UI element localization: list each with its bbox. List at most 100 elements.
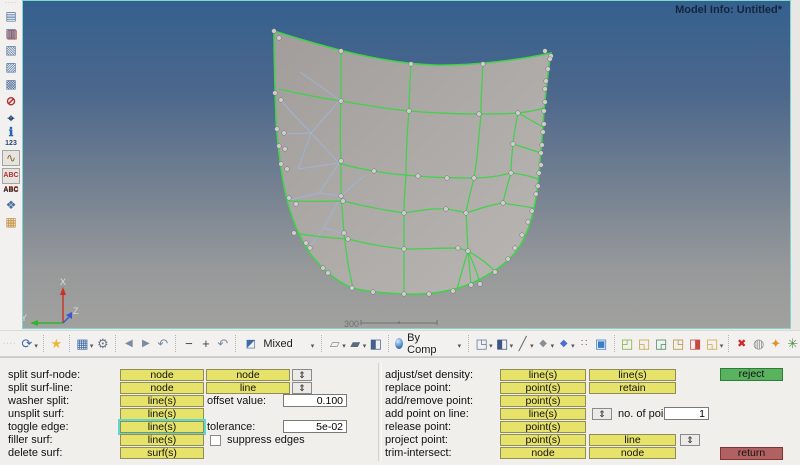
hood-surface[interactable] [273, 29, 552, 295]
numbers-123-icon[interactable]: 123 [2, 139, 20, 148]
label-panel-icon[interactable]: ABC [2, 168, 20, 184]
split-surf-line-spinner[interactable]: ⇕ [292, 382, 312, 394]
unmask-adjacent-icon[interactable]: ◱ [636, 334, 653, 353]
selector-mode-icon: ◩ [245, 338, 257, 350]
split-surf-node-spinner[interactable]: ⇕ [292, 369, 312, 381]
tolerance-input[interactable] [283, 420, 347, 433]
release-point-entity-button[interactable]: point(s) [500, 421, 586, 433]
reset-zoom-icon[interactable]: ↶ [214, 334, 231, 353]
color-mode-caret-icon[interactable]: ▾ [458, 342, 462, 350]
geom-wireframe-icon[interactable]: ▱ [326, 334, 343, 353]
curve-plot-panel-icon[interactable]: ∿ [2, 150, 20, 166]
geom-wireframe-caret-icon[interactable]: ▾ [342, 342, 346, 350]
delete-surf-label: delete surf: [8, 447, 63, 459]
project-point-entity-button[interactable]: point(s) [500, 434, 586, 446]
abc-ruler-icon[interactable]: ABC [2, 186, 20, 195]
highlight-clear-icon[interactable]: ✦ [767, 334, 784, 353]
no-of-points-input[interactable] [664, 407, 709, 420]
elem-shaded-icon[interactable]: ◧ [494, 334, 511, 353]
geom-edit-panel: split surf-node: node node ⇕ split surf-… [0, 357, 800, 465]
trim-intersect-entity2-button[interactable]: node [589, 447, 676, 459]
color-mode-combo[interactable]: By Comp ▾ [393, 332, 464, 356]
elem-shaded-caret-icon[interactable]: ▾ [510, 342, 514, 350]
export-icon[interactable]: ▧ [2, 42, 20, 57]
geom-solid-icon[interactable]: ◧ [367, 334, 384, 353]
tolerance-label: tolerance: [207, 421, 256, 433]
elem-quality-caret-icon[interactable]: ▾ [551, 342, 555, 350]
panels-grid-caret-icon[interactable]: ▾ [90, 342, 94, 350]
toggle-edge-entity-button[interactable]: line(s) [120, 421, 204, 433]
viewport-canvas[interactable]: X Y Z 300 [23, 1, 790, 328]
geom-shaded-caret-icon[interactable]: ▾ [363, 342, 367, 350]
restore-view-icon[interactable]: ↶ [154, 334, 171, 353]
washer-split-entity-button[interactable]: line(s) [120, 395, 204, 407]
suppress-edges-checkbox[interactable] [210, 435, 221, 446]
delete-surf-entity-button[interactable]: surf(s) [120, 447, 204, 459]
add-point-on-line-spinner[interactable]: ⇕ [592, 408, 612, 420]
filler-surf-label: filler surf: [8, 434, 53, 446]
toolbar-grip-handle[interactable]: ···· [5, 0, 17, 6]
adjust-density-entity2-button[interactable]: line(s) [589, 369, 676, 381]
delete-entity-icon[interactable]: ✖ [733, 334, 750, 353]
selector-mode-caret-icon[interactable]: ▾ [311, 342, 315, 350]
filler-surf-entity-button[interactable]: line(s) [120, 434, 204, 446]
unsplit-surf-entity-button[interactable]: line(s) [120, 408, 204, 420]
viewport-3d[interactable]: X Y Z 300 Model Info: Untitled* [22, 0, 791, 329]
handle-dots-icon[interactable]: ∷ [576, 334, 593, 353]
temp-nodes-icon[interactable]: ◍ [750, 334, 767, 353]
next-view-icon[interactable]: ▶ [137, 334, 154, 353]
zoom-in-icon[interactable]: + [197, 334, 214, 353]
axis-z-label: Z [73, 306, 79, 316]
elem-quality-icon[interactable]: ◆ [535, 334, 552, 353]
measure-tool-icon[interactable]: ⚙ [94, 334, 111, 353]
view-rotate-icon[interactable]: ⟳ [18, 334, 35, 353]
add-point-on-line-entity-button[interactable]: line(s) [500, 408, 586, 420]
project-point-spinner[interactable]: ⇕ [680, 434, 700, 446]
project-point-target-button[interactable]: line [589, 434, 676, 446]
spherical-clip-caret-icon[interactable]: ▾ [720, 342, 724, 350]
split-surf-node-entity1-button[interactable]: node [120, 369, 204, 381]
adjust-density-entity1-button[interactable]: line(s) [500, 369, 586, 381]
elem-wireframe-icon[interactable]: ◳ [473, 334, 490, 353]
find-entities-icon[interactable]: ◨ [687, 334, 704, 353]
offset-value-input[interactable] [283, 394, 347, 407]
info-icon[interactable]: ℹ [2, 125, 20, 139]
unmask-all-icon[interactable]: ◲ [653, 334, 670, 353]
entity-state-icon[interactable]: ⊘ [2, 93, 20, 108]
selector-mode-combo[interactable]: ◩ Mixed ▾ [240, 334, 317, 353]
reject-button[interactable]: reject [720, 368, 783, 381]
elem-wireframe-caret-icon[interactable]: ▾ [489, 342, 493, 350]
spherical-clip-icon[interactable]: ◱ [704, 334, 721, 353]
split-surf-line-entity1-button[interactable]: node [120, 382, 204, 394]
view-toolbar-grip[interactable]: ···· [3, 340, 16, 347]
elem-thickness-caret-icon[interactable]: ▾ [571, 342, 575, 350]
unsplit-surf-label: unsplit surf: [8, 408, 65, 420]
panels-grid-icon[interactable]: ▦ [74, 334, 91, 353]
trim-intersect-entity1-button[interactable]: node [500, 447, 586, 459]
views-icon[interactable]: ▩ [2, 76, 20, 91]
mask-icon[interactable]: ◰ [619, 334, 636, 353]
split-surf-node-entity2-button[interactable]: node [206, 369, 290, 381]
split-surf-line-entity2-button[interactable]: line [206, 382, 290, 394]
session-panel-icon[interactable]: ▤ [2, 8, 20, 23]
model-tree-icon[interactable]: ✳ [784, 334, 800, 353]
import-icon[interactable]: ▥ [2, 25, 20, 40]
display-monitor-icon[interactable]: ▣ [593, 334, 610, 353]
find-binoculars-icon[interactable]: ⌖ [2, 110, 20, 125]
geom-shaded-icon[interactable]: ▰ [347, 334, 364, 353]
add-remove-point-entity-button[interactable]: point(s) [500, 395, 586, 407]
assembly-blocks-icon[interactable]: ❖ [2, 197, 20, 212]
section-cut-icon[interactable]: ▦ [2, 214, 20, 229]
replace-point-entity-button[interactable]: point(s) [500, 382, 586, 394]
zoom-out-icon[interactable]: − [180, 334, 197, 353]
view-rotate-caret-icon[interactable]: ▾ [34, 342, 38, 350]
organize-icon[interactable]: ▨ [2, 59, 20, 74]
elem-thickness-icon[interactable]: ◆ [555, 334, 572, 353]
prev-view-icon[interactable]: ◀ [120, 334, 137, 353]
return-button[interactable]: return [720, 447, 783, 460]
feature-lines-caret-icon[interactable]: ▾ [530, 342, 534, 350]
favorites-star-icon[interactable]: ★ [48, 334, 65, 353]
replace-point-retain-button[interactable]: retain [589, 382, 676, 394]
feature-lines-icon[interactable]: ╱ [514, 334, 531, 353]
mask-reverse-icon[interactable]: ◳ [670, 334, 687, 353]
